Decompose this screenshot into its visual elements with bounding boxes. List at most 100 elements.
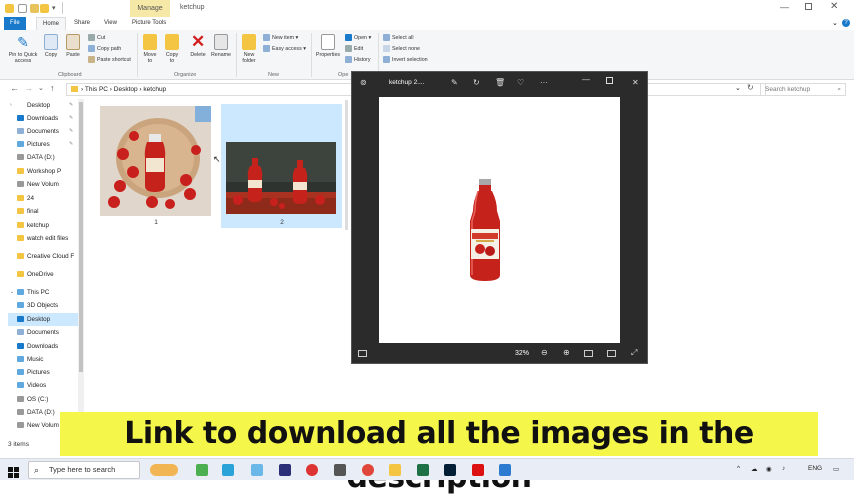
copy-path-button[interactable]: Copy path xyxy=(88,44,121,54)
nav-item-watch-edit-files[interactable]: watch edit files xyxy=(8,232,78,245)
nav-scrollbar-thumb[interactable] xyxy=(79,102,83,372)
chrome-app-icon[interactable] xyxy=(196,464,208,476)
checkbox-icon[interactable] xyxy=(18,4,27,13)
ribbon-expand-chevron-icon[interactable]: ⌄ xyxy=(832,19,838,27)
rename-button[interactable]: Rename xyxy=(209,34,233,58)
nav-item-new-volume-pinned[interactable]: New Volum xyxy=(8,178,78,191)
photos-close-button[interactable]: ✕ xyxy=(632,78,639,88)
notification-icon[interactable]: ▭ xyxy=(833,465,839,473)
back-arrow-icon[interactable]: ← xyxy=(10,83,19,93)
photos-app-icon[interactable]: ⊚ xyxy=(360,78,367,88)
select-all-button[interactable]: Select all xyxy=(383,33,414,43)
minimize-button[interactable]: — xyxy=(780,2,789,12)
select-none-button[interactable]: Select none xyxy=(383,44,420,54)
photos-minimize-button[interactable]: — xyxy=(582,75,590,85)
nav-item-data-d-pinned[interactable]: DATA (D:) xyxy=(8,151,78,164)
chrome-browser-icon[interactable] xyxy=(362,464,374,476)
properties-qat-icon[interactable] xyxy=(30,4,39,13)
acrobat-app-icon[interactable] xyxy=(472,464,484,476)
zoom-out-icon[interactable]: ⊖ xyxy=(541,348,548,358)
delete-button[interactable]: ✕ Delete xyxy=(187,33,209,58)
video-editor-app-icon[interactable] xyxy=(334,464,346,476)
close-button[interactable]: ✕ xyxy=(830,1,838,12)
delete-icon[interactable]: 🗑 xyxy=(495,78,505,88)
nav-item-24[interactable]: 24 xyxy=(8,192,78,205)
qat-chevron-down-icon[interactable]: ▾ xyxy=(52,4,56,12)
fit-window-icon[interactable] xyxy=(607,350,616,357)
recent-chevron-icon[interactable]: ⌄ xyxy=(38,84,44,92)
nav-item-onedrive[interactable]: OneDrive xyxy=(8,268,78,281)
tab-view[interactable]: View xyxy=(98,17,123,30)
cut-button[interactable]: Cut xyxy=(88,33,105,43)
news-widget-icon[interactable] xyxy=(150,464,178,476)
tray-chevron-icon[interactable]: ^ xyxy=(737,465,740,472)
actual-size-icon[interactable] xyxy=(584,350,593,357)
properties-button[interactable]: Properties xyxy=(314,34,342,58)
tab-file[interactable]: File xyxy=(4,17,26,30)
pin-quick-access-button[interactable]: ✎ Pin to Quick access xyxy=(6,34,40,64)
nav-item-documents-pinned[interactable]: Documents xyxy=(8,125,78,138)
taskbar-search-input[interactable]: ⌕ Type here to search xyxy=(28,461,140,479)
file-explorer-app-icon[interactable] xyxy=(389,464,401,476)
nav-item-downloads[interactable]: Downloads xyxy=(8,340,78,353)
fullscreen-icon[interactable]: ⤢ xyxy=(631,348,637,358)
photoshop-app-icon[interactable] xyxy=(444,464,456,476)
forward-arrow-icon[interactable]: → xyxy=(24,83,33,93)
premiere-app-icon[interactable] xyxy=(279,464,291,476)
nav-item-music[interactable]: Music xyxy=(8,353,78,366)
nav-item-videos[interactable]: Videos xyxy=(8,379,78,392)
breadcrumb-this-pc[interactable]: This PC xyxy=(85,86,108,93)
favorite-heart-icon[interactable]: ♡ xyxy=(517,78,524,88)
content-scrollbar[interactable] xyxy=(345,100,348,230)
breadcrumb-ketchup[interactable]: ketchup xyxy=(143,86,166,93)
nav-item-documents[interactable]: Documents xyxy=(8,326,78,339)
edge-app-icon[interactable] xyxy=(222,464,234,476)
file-name-2[interactable]: 2 xyxy=(272,219,292,226)
more-options-icon[interactable]: ··· xyxy=(540,78,548,88)
tab-picture-tools[interactable]: Picture Tools xyxy=(126,17,172,30)
history-button[interactable]: History xyxy=(345,55,370,65)
invert-selection-button[interactable]: Invert selection xyxy=(383,55,428,65)
breadcrumb-desktop[interactable]: Desktop xyxy=(114,86,138,93)
edit-button[interactable]: Edit xyxy=(345,44,363,54)
nav-item-this-pc[interactable]: ⌄ This PC xyxy=(8,286,78,299)
nav-item-desktop[interactable]: Desktop xyxy=(8,313,78,326)
up-arrow-icon[interactable]: ↑ xyxy=(50,83,55,93)
paste-shortcut-button[interactable]: Paste shortcut xyxy=(88,55,131,65)
contextual-tab-manage[interactable]: Manage xyxy=(130,0,170,17)
file-thumbnail-2[interactable] xyxy=(226,142,336,214)
store-app-icon[interactable] xyxy=(251,464,263,476)
new-folder-qat-icon[interactable] xyxy=(40,4,49,13)
help-icon[interactable]: ? xyxy=(842,19,850,27)
search-input[interactable]: Search ketchup ⌕ xyxy=(760,83,846,96)
copy-button[interactable]: Copy xyxy=(42,34,60,58)
refresh-icon[interactable]: ↻ xyxy=(747,83,754,92)
file-name-1[interactable]: 1 xyxy=(146,219,166,226)
move-to-button[interactable]: Move to xyxy=(141,34,159,64)
nav-item-ketchup[interactable]: ketchup xyxy=(8,219,78,232)
nav-item-desktop-pinned[interactable]: › Desktop xyxy=(8,99,78,112)
nav-item-os-c[interactable]: OS (C:) xyxy=(8,393,78,406)
excel-app-icon[interactable] xyxy=(417,464,429,476)
new-folder-button[interactable]: New folder xyxy=(239,34,259,64)
tab-share[interactable]: Share xyxy=(68,17,96,30)
file-thumbnail-1[interactable] xyxy=(100,106,211,216)
maximize-button[interactable] xyxy=(805,3,812,10)
open-button[interactable]: Open ▾ xyxy=(345,33,371,43)
record-app-icon[interactable] xyxy=(306,464,318,476)
image-canvas[interactable] xyxy=(379,97,620,343)
photos-app-taskbar-icon[interactable] xyxy=(499,464,511,476)
photos-maximize-button[interactable] xyxy=(606,77,613,84)
cloud-icon[interactable]: ☁ xyxy=(751,465,758,473)
nav-item-workshop[interactable]: Workshop P xyxy=(8,165,78,178)
tab-home[interactable]: Home xyxy=(36,17,67,30)
address-dropdown-icon[interactable]: ⌄ xyxy=(735,84,741,92)
copy-to-button[interactable]: Copy to xyxy=(163,34,181,64)
paste-button[interactable]: Paste xyxy=(63,34,83,58)
rotate-icon[interactable]: ↻ xyxy=(473,78,480,88)
volume-icon[interactable]: ♪ xyxy=(782,465,785,472)
nav-item-pictures[interactable]: Pictures xyxy=(8,366,78,379)
windows-start-icon[interactable] xyxy=(8,465,19,478)
filmstrip-icon[interactable] xyxy=(358,350,367,357)
edit-image-icon[interactable]: ✎ xyxy=(451,78,458,88)
